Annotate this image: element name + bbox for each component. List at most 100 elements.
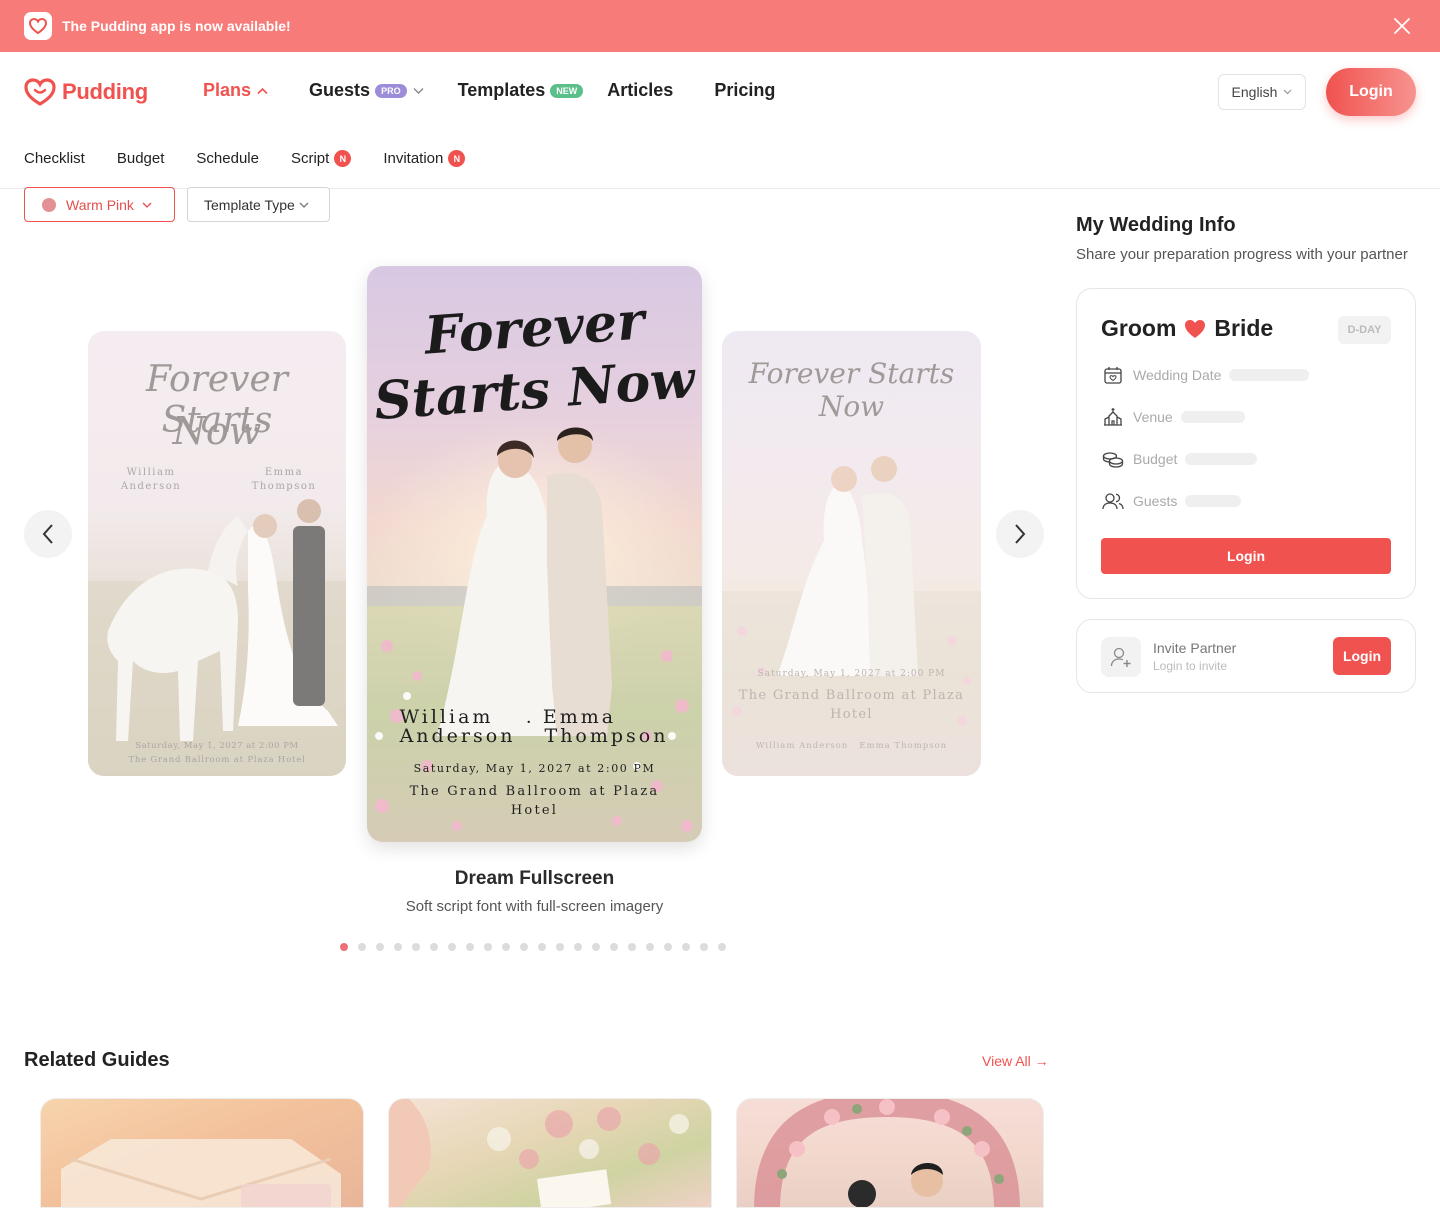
event-date: Saturday, May 1, 2027 at 2:00 PM bbox=[413, 762, 656, 775]
pagination-dot[interactable] bbox=[466, 943, 474, 951]
calendar-heart-icon bbox=[1101, 363, 1125, 387]
bride-label: Bride bbox=[1214, 315, 1274, 341]
pagination-dot[interactable] bbox=[538, 943, 546, 951]
color-filter-label: Warm Pink bbox=[66, 196, 134, 213]
new-badge: N bbox=[334, 150, 352, 167]
banner-text: The Pudding app is now available! bbox=[62, 18, 291, 34]
pagination-dot[interactable] bbox=[448, 943, 456, 951]
subnav-label: Schedule bbox=[196, 150, 259, 167]
pagination-dot[interactable] bbox=[502, 943, 510, 951]
invite-partner-login-button[interactable]: Login bbox=[1333, 637, 1391, 675]
pagination-dot[interactable] bbox=[556, 943, 564, 951]
pagination-dot[interactable] bbox=[340, 943, 348, 951]
subnav-label: Script bbox=[290, 150, 330, 167]
login-button[interactable]: Login bbox=[1326, 68, 1416, 116]
subnav-script[interactable]: Script N bbox=[290, 150, 352, 167]
nav-label: Pricing bbox=[714, 80, 776, 100]
invite-partner-title: Invite Partner bbox=[1153, 640, 1237, 656]
value-placeholder bbox=[1180, 411, 1245, 423]
pagination-dot[interactable] bbox=[610, 943, 618, 951]
info-row-venue: Venue bbox=[1101, 405, 1245, 429]
dday-badge: D-DAY bbox=[1338, 316, 1391, 344]
pagination-dot[interactable] bbox=[682, 943, 690, 951]
color-filter-dropdown[interactable]: Warm Pink bbox=[24, 187, 175, 222]
envelope-image bbox=[61, 1139, 341, 1207]
chevron-right-icon bbox=[1015, 524, 1026, 544]
guide-card[interactable] bbox=[40, 1098, 364, 1208]
nav-plans[interactable]: Plans bbox=[203, 80, 268, 101]
pagination-dot[interactable] bbox=[664, 943, 672, 951]
guide-card[interactable] bbox=[736, 1098, 1044, 1208]
event-venue: Hotel bbox=[510, 803, 559, 818]
coins-icon bbox=[1101, 447, 1125, 471]
subnav-invitation[interactable]: Invitation N bbox=[383, 150, 466, 167]
event-date: Saturday, May 1, 2027 at 2:00 PM bbox=[757, 669, 946, 679]
language-select[interactable]: English bbox=[1218, 74, 1306, 110]
sidebar-subtitle: Share your preparation progress with you… bbox=[1076, 246, 1408, 263]
pagination-dot[interactable] bbox=[574, 943, 582, 951]
template-card-current[interactable]: Forever Starts Now William Anderson · Em… bbox=[367, 266, 702, 842]
subnav-checklist[interactable]: Checklist bbox=[24, 150, 85, 167]
template-type-dropdown[interactable]: Template Type bbox=[187, 187, 330, 222]
nav-templates[interactable]: Templates NEW bbox=[458, 80, 584, 101]
logo[interactable]: Pudding bbox=[24, 78, 148, 106]
value-placeholder bbox=[1229, 369, 1310, 381]
couple-names: Groom Bride bbox=[1101, 315, 1273, 342]
pagination-dot[interactable] bbox=[520, 943, 528, 951]
nav-guests[interactable]: Guests PRO bbox=[309, 80, 424, 101]
event-date: Saturday, May 1, 2027 at 2:00 PM bbox=[135, 741, 299, 751]
groom-label: Groom bbox=[1101, 315, 1177, 341]
close-icon[interactable] bbox=[1392, 16, 1412, 36]
top-header: Pudding Plans Guests PRO Templates NEW A… bbox=[0, 52, 1440, 132]
value-placeholder bbox=[1185, 495, 1242, 507]
pagination-dot[interactable] bbox=[628, 943, 636, 951]
color-swatch bbox=[42, 197, 56, 212]
pagination-dot[interactable] bbox=[376, 943, 384, 951]
carousel-pagination bbox=[340, 943, 736, 951]
template-type-label: Template Type bbox=[204, 196, 295, 213]
chevron-down-icon bbox=[1284, 89, 1292, 95]
subnav-label: Checklist bbox=[24, 150, 85, 167]
guide-card[interactable] bbox=[388, 1098, 712, 1208]
pagination-dot[interactable] bbox=[358, 943, 366, 951]
pudding-logo-icon bbox=[24, 78, 56, 106]
nav-label: Templates bbox=[457, 80, 546, 100]
add-user-icon bbox=[1101, 637, 1141, 677]
new-badge: NEW bbox=[550, 83, 584, 98]
info-label: Wedding Date bbox=[1133, 367, 1222, 383]
sub-nav: Checklist Budget Schedule Script N Invit… bbox=[0, 132, 1440, 189]
pagination-dot[interactable] bbox=[700, 943, 708, 951]
logo-text: Pudding bbox=[62, 79, 148, 104]
template-card-prev[interactable]: Forever Starts Now William Anderson Emma… bbox=[88, 331, 346, 776]
pagination-dot[interactable] bbox=[718, 943, 726, 951]
subnav-budget[interactable]: Budget bbox=[117, 150, 165, 167]
carousel-next-button[interactable] bbox=[996, 510, 1044, 558]
nav-label: Guests bbox=[309, 80, 371, 100]
info-label: Venue bbox=[1133, 409, 1173, 425]
pagination-dot[interactable] bbox=[412, 943, 420, 951]
view-all-link[interactable]: View All → bbox=[982, 1053, 1049, 1069]
info-row-budget: Budget bbox=[1101, 447, 1258, 471]
pagination-dot[interactable] bbox=[484, 943, 492, 951]
sidebar-title: My Wedding Info bbox=[1076, 214, 1236, 236]
event-venue: The Grand Ballroom at Plaza Hotel bbox=[128, 755, 306, 765]
pagination-dot[interactable] bbox=[394, 943, 402, 951]
template-description: Soft script font with full-screen imager… bbox=[405, 898, 664, 915]
wedding-info-login-button[interactable]: Login bbox=[1101, 538, 1391, 574]
main-nav: Plans Guests PRO Templates NEW Articles … bbox=[203, 80, 816, 101]
couple-names: William Anderson Emma Thompson bbox=[755, 741, 948, 751]
pagination-dot[interactable] bbox=[646, 943, 654, 951]
template-card-next[interactable]: Forever Starts Now Saturday, May 1, 2027… bbox=[722, 331, 981, 776]
event-venue: Hotel bbox=[830, 707, 873, 722]
app-banner: The Pudding app is now available! bbox=[0, 0, 1440, 52]
subnav-schedule[interactable]: Schedule bbox=[196, 150, 259, 167]
nav-pricing[interactable]: Pricing bbox=[714, 80, 775, 101]
pagination-dot[interactable] bbox=[592, 943, 600, 951]
event-venue: The Grand Ballroom at Plaza bbox=[738, 688, 965, 703]
carousel-prev-button[interactable] bbox=[24, 510, 72, 558]
pagination-dot[interactable] bbox=[430, 943, 438, 951]
nav-articles[interactable]: Articles bbox=[607, 80, 673, 101]
wedding-info-card: Groom Bride D-DAY Wedding Date Venue Bud… bbox=[1076, 288, 1416, 599]
info-row-guests: Guests bbox=[1101, 489, 1242, 513]
users-icon bbox=[1101, 489, 1125, 513]
